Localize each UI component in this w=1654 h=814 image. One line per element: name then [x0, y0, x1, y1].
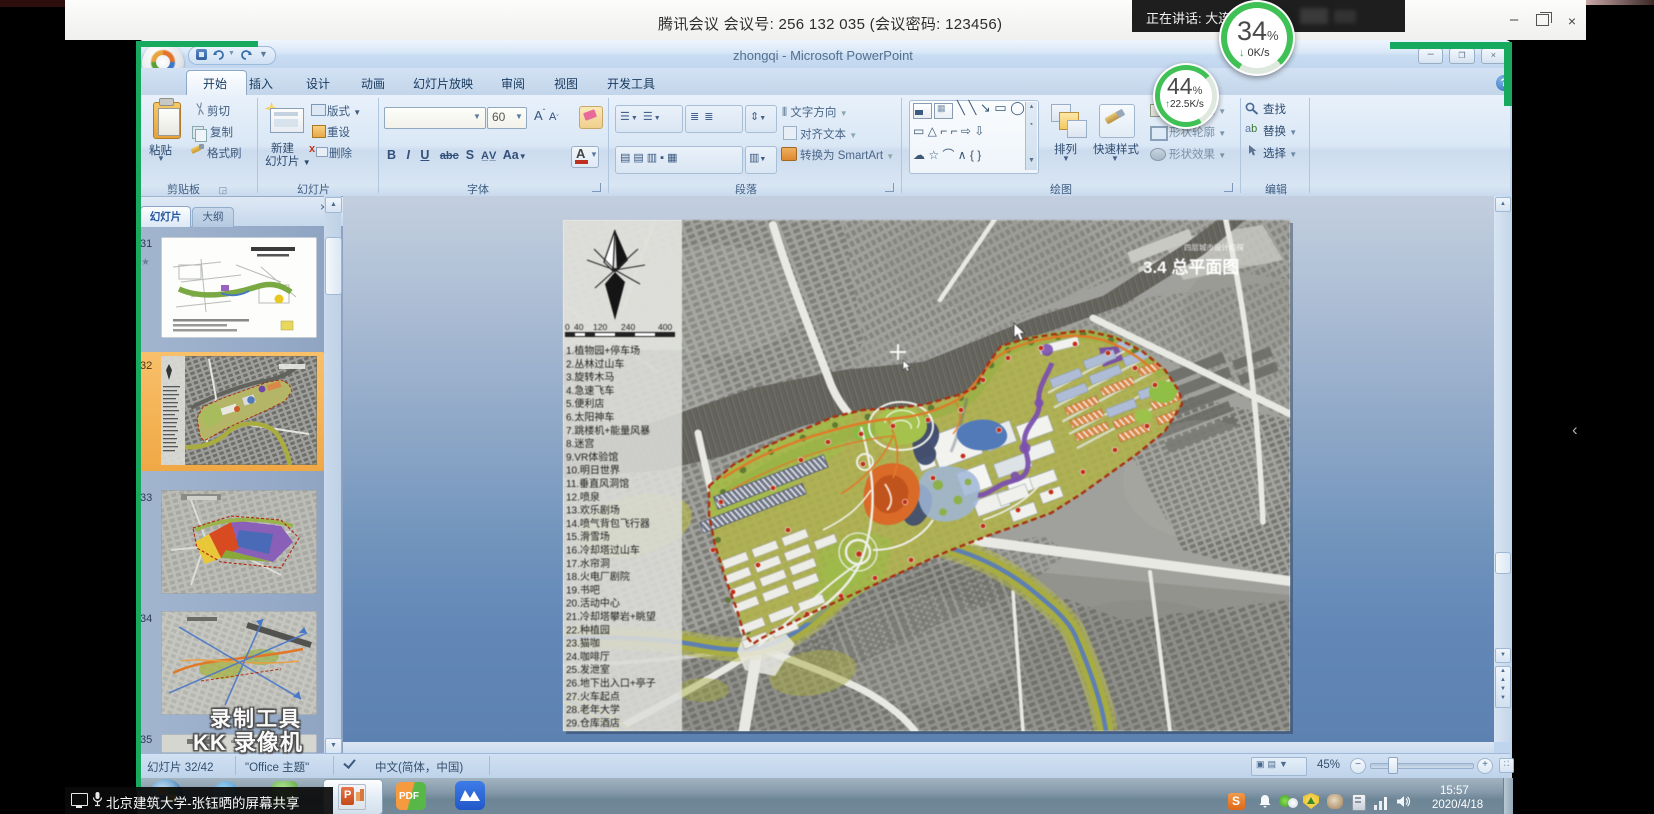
svg-text:17.水帘洞: 17.水帘洞	[566, 557, 610, 570]
svg-text:22.种植园: 22.种植园	[566, 623, 610, 636]
svg-text:120: 120	[593, 322, 607, 332]
svg-text:16.冷却塔过山车: 16.冷却塔过山车	[566, 544, 640, 557]
svg-text:21.冷却塔攀岩+眺望: 21.冷却塔攀岩+眺望	[566, 610, 656, 623]
svg-text:四层城市设计初探: 四层城市设计初探	[1184, 242, 1244, 252]
svg-text:4.急速飞车: 4.急速飞车	[566, 384, 614, 397]
svg-text:11.垂直风洞馆: 11.垂直风洞馆	[566, 477, 629, 490]
svg-text:28.老年大学: 28.老年大学	[566, 703, 620, 716]
svg-text:5.便利店: 5.便利店	[566, 397, 604, 410]
svg-text:20.活动中心: 20.活动中心	[566, 597, 620, 610]
svg-text:18.火电厂剧院: 18.火电厂剧院	[566, 570, 630, 583]
svg-text:26.地下出入口+亭子: 26.地下出入口+亭子	[566, 677, 656, 690]
svg-text:1.植物园+停车场: 1.植物园+停车场	[566, 344, 640, 357]
svg-text:7.跳楼机+能量风暴: 7.跳楼机+能量风暴	[566, 424, 650, 437]
svg-text:400: 400	[658, 322, 672, 332]
svg-text:14.喷气背包飞行器: 14.喷气背包飞行器	[566, 517, 650, 530]
svg-text:240: 240	[621, 322, 635, 332]
svg-text:6.太阳神车: 6.太阳神车	[566, 411, 614, 424]
svg-text:8.迷宫: 8.迷宫	[566, 437, 594, 450]
svg-text:23.猫咖: 23.猫咖	[566, 637, 600, 650]
svg-text:19.书吧: 19.书吧	[566, 584, 600, 596]
svg-text:27.火车起点: 27.火车起点	[566, 690, 620, 703]
svg-text:15.滑雪场: 15.滑雪场	[566, 530, 610, 543]
svg-text:29.仓库酒店: 29.仓库酒店	[566, 716, 620, 729]
svg-text:9.VR体验馆: 9.VR体验馆	[566, 450, 618, 463]
svg-text:2.丛林过山车: 2.丛林过山车	[566, 357, 624, 370]
svg-text:3.旋转木马: 3.旋转木马	[566, 371, 614, 384]
svg-text:25.发泄室: 25.发泄室	[566, 663, 610, 676]
svg-text:0: 0	[565, 322, 570, 332]
svg-text:24.咖啡厅: 24.咖啡厅	[566, 651, 610, 663]
svg-text:13.欢乐剧场: 13.欢乐剧场	[566, 504, 620, 517]
svg-text:12.喷泉: 12.喷泉	[566, 490, 600, 503]
svg-text:40: 40	[574, 322, 584, 332]
svg-text:3.4 总平面图: 3.4 总平面图	[1143, 257, 1239, 277]
svg-text:10.明日世界: 10.明日世界	[566, 465, 620, 477]
